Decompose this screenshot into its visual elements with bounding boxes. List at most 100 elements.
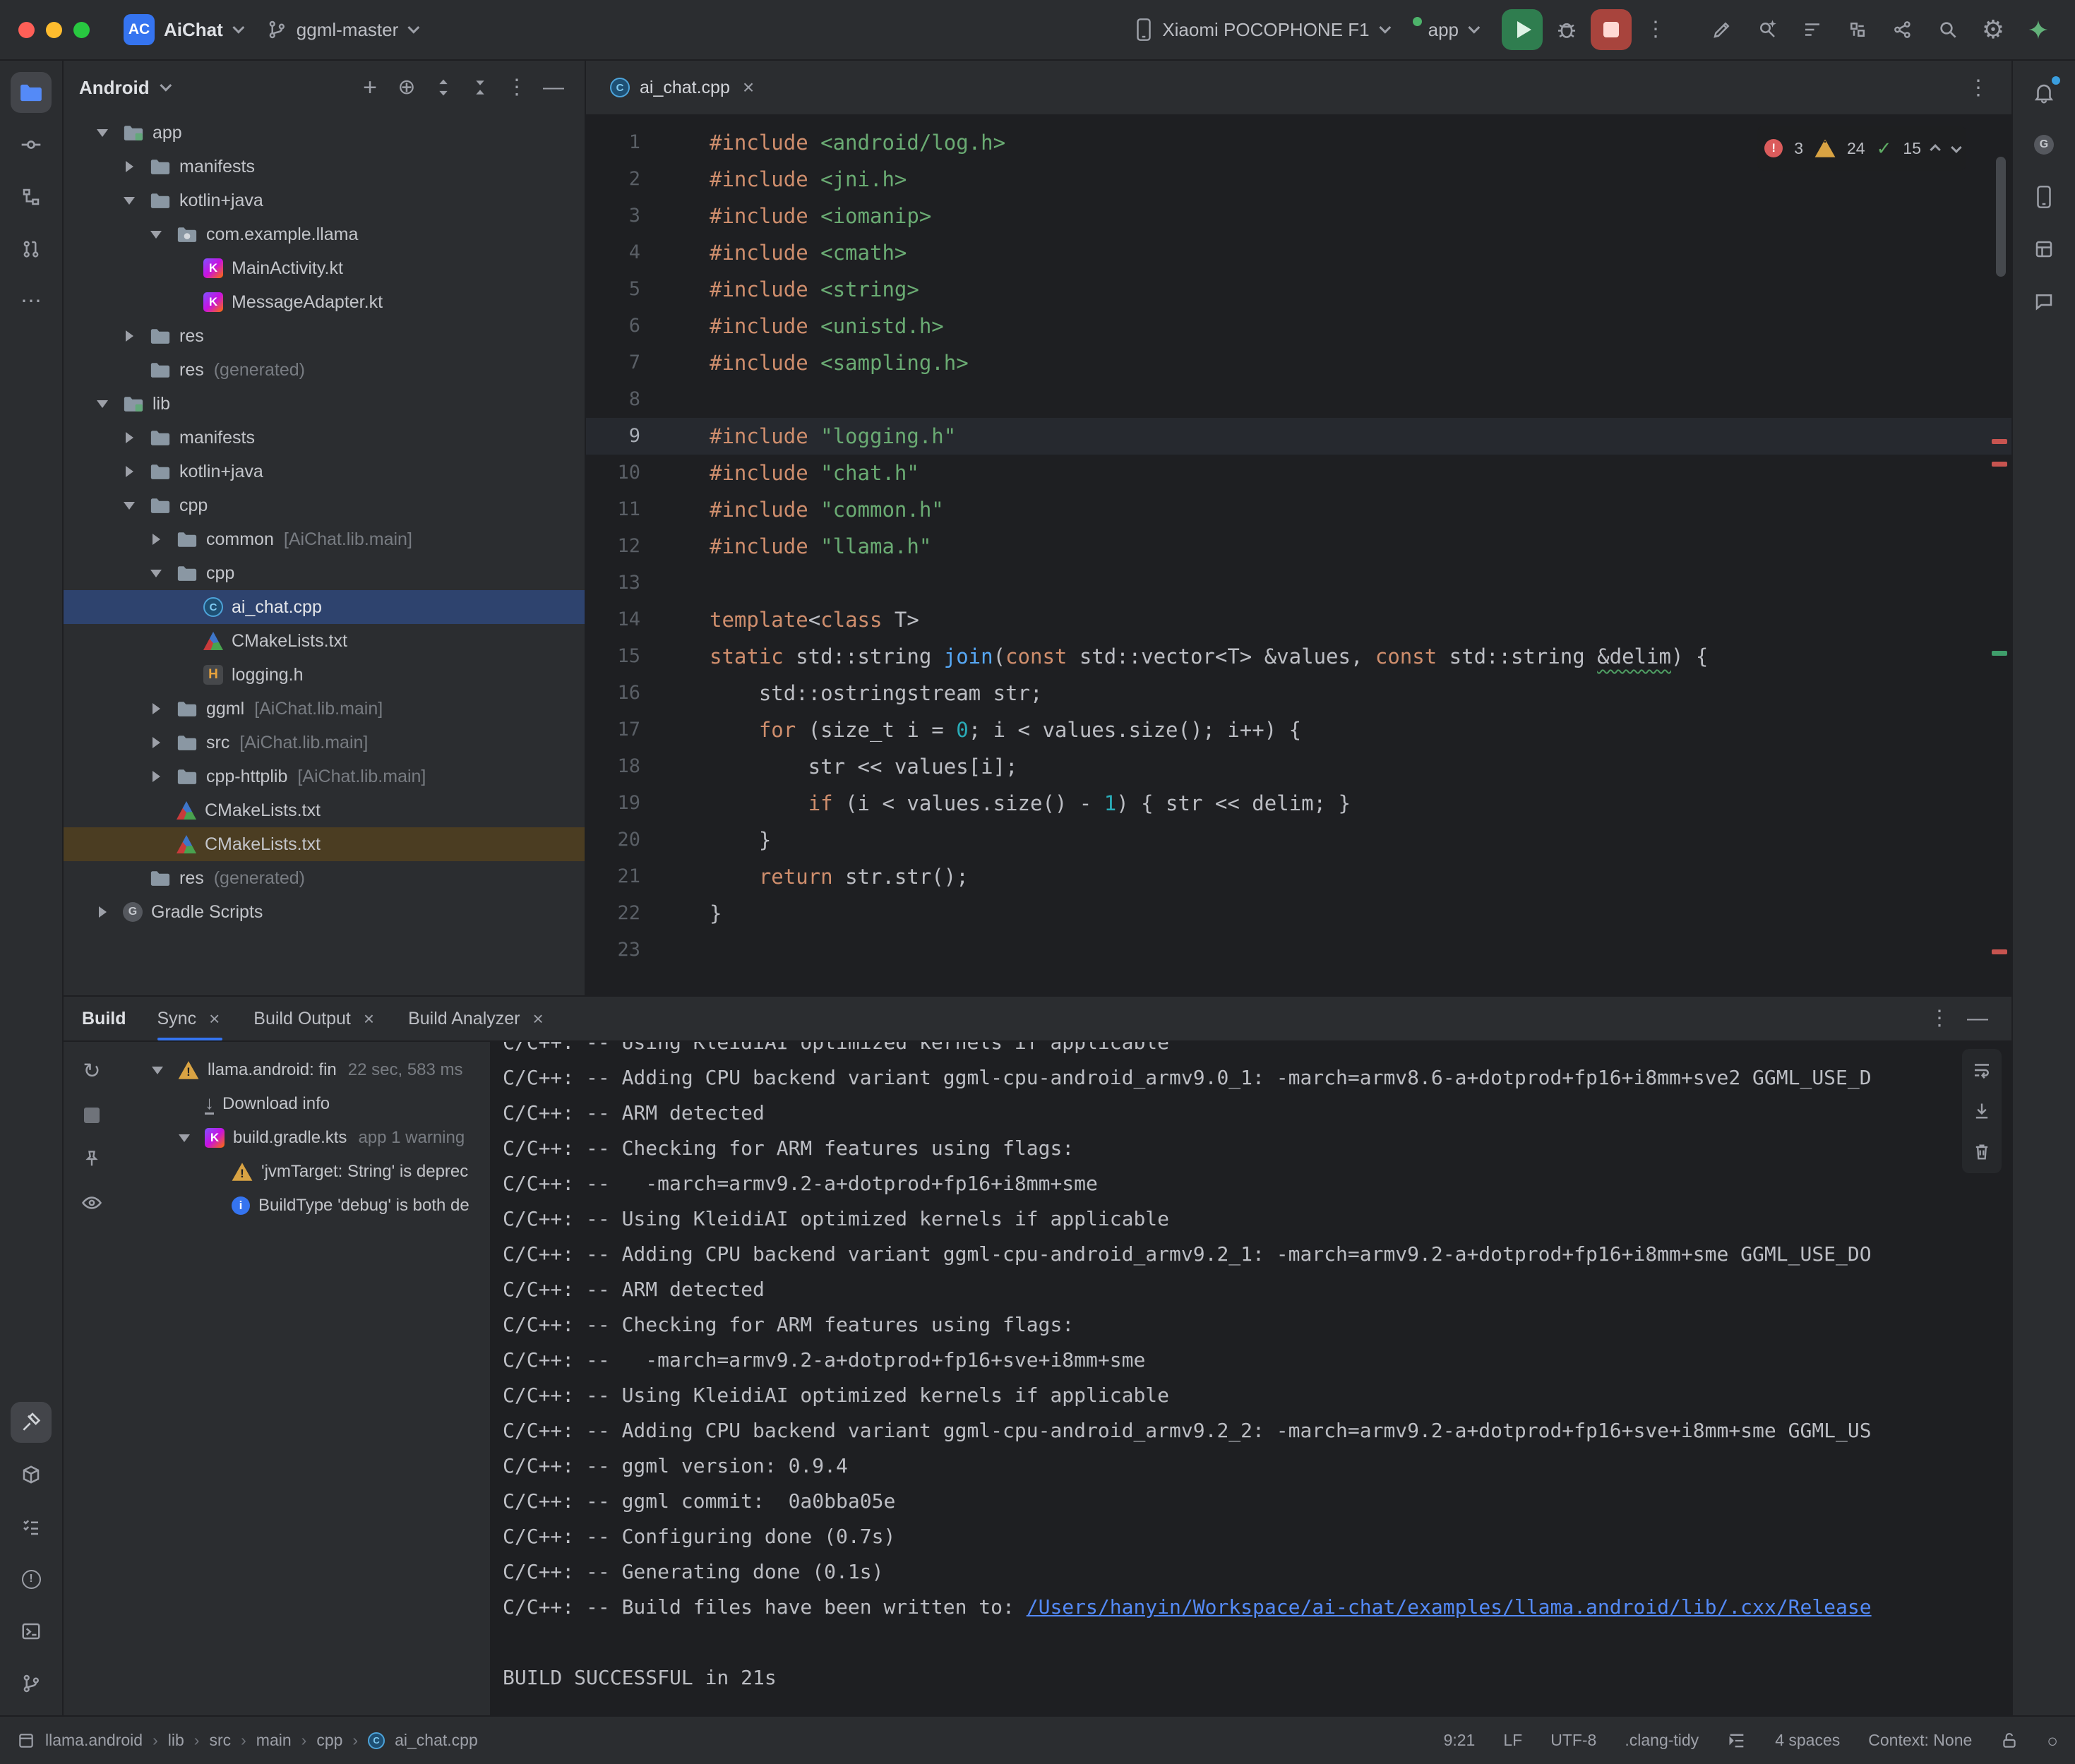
hide-build-panel-icon[interactable]: — [1962,1003,1993,1034]
breadcrumb-cpp[interactable]: cpp [316,1731,342,1750]
project-tree-item-res[interactable]: res [64,319,585,353]
project-tree-item-res[interactable]: res(generated) [64,861,585,895]
line-number[interactable]: 16 [586,675,710,712]
code-line-10[interactable]: 10#include "chat.h" [586,455,2011,491]
close-tab-icon[interactable]: × [361,1008,377,1030]
project-tree-item-cpp[interactable]: cpp [64,488,585,522]
tool-window-button-assistant[interactable] [2023,281,2064,322]
project-tree-item-manifests[interactable]: manifests [64,150,585,184]
close-window-button[interactable] [18,22,35,38]
project-tree-item-cmakelists-txt[interactable]: CMakeLists.txt [64,793,585,827]
minimize-window-button[interactable] [46,22,62,38]
line-number[interactable]: 3 [586,198,710,234]
pin-button[interactable] [76,1144,107,1175]
line-number[interactable]: 1 [586,124,710,161]
expand-all-button[interactable] [428,72,459,103]
tool-window-button-commit[interactable] [11,124,52,165]
run-configuration-selector[interactable]: app [1403,13,1486,47]
code-line-11[interactable]: 11#include "common.h" [586,491,2011,528]
rerun-button[interactable]: ↻ [76,1056,107,1087]
project-tree-item-mainactivity-kt[interactable]: KMainActivity.kt [64,251,585,285]
code-editor[interactable]: ! 3 ! 24 ✓ 15 [586,116,2011,995]
build-tree-item-build-gradle-kts[interactable]: Kbuild.gradle.ktsapp 1 warning [120,1121,490,1155]
gemini-button[interactable] [2020,11,2057,48]
code-line-22[interactable]: 22} [586,895,2011,932]
breadcrumb-src[interactable]: src [209,1731,231,1750]
maximize-window-button[interactable] [73,22,90,38]
inspections-widget[interactable]: ! 3 ! 24 ✓ 15 [1757,126,1966,171]
error-stripe-mark[interactable] [1992,439,2007,444]
chevron-expanded-icon[interactable] [90,392,114,416]
build-tab-build-analyzer[interactable]: Build Analyzer× [408,997,546,1040]
editor-scrollbar[interactable] [1996,157,2006,277]
line-number[interactable]: 8 [586,381,710,418]
line-number[interactable]: 18 [586,748,710,785]
line-number[interactable]: 17 [586,712,710,748]
close-tab-icon[interactable]: × [530,1008,546,1030]
chevron-collapsed-icon[interactable] [117,155,141,179]
tool-window-button-gradle[interactable]: G [2023,124,2064,165]
chevron-collapsed-icon[interactable] [144,527,168,551]
code-line-17[interactable]: 17 for (size_t i = 0; i < values.size();… [586,712,2011,748]
inspections-button[interactable] [1794,11,1831,48]
close-tab-icon[interactable]: × [206,1008,222,1030]
tool-window-button-terminal[interactable] [11,1611,52,1652]
editor-tab-ai-chat-cpp[interactable]: C ai_chat.cpp × [592,61,775,114]
chevron-collapsed-icon[interactable] [144,731,168,755]
line-number[interactable]: 19 [586,785,710,822]
project-selector[interactable]: AC AiChat [114,8,251,51]
chevron-collapsed-icon[interactable] [117,426,141,450]
code-line-4[interactable]: 4#include <cmath> [586,234,2011,271]
options-button[interactable]: ⋮ [501,72,532,103]
project-tree-item-cmakelists-txt[interactable]: CMakeLists.txt [64,624,585,658]
code-line-7[interactable]: 7#include <sampling.h> [586,344,2011,381]
tool-window-button-notifications[interactable] [2023,72,2064,113]
project-tree-item-gradle-scripts[interactable]: GGradle Scripts [64,895,585,929]
chevron-expanded-icon[interactable] [144,222,168,246]
collapse-all-button[interactable] [465,72,496,103]
line-number[interactable]: 4 [586,234,710,271]
status-indent-size[interactable]: 4 spaces [1775,1731,1840,1750]
status-status-indicator[interactable]: ○ [2047,1732,2058,1750]
code-line-6[interactable]: 6#include <unistd.h> [586,308,2011,344]
project-tree-item-cmakelists-txt[interactable]: CMakeLists.txt [64,827,585,861]
more-run-options-button[interactable]: ⋮ [1637,11,1674,48]
scroll-end-button[interactable] [1966,1096,1997,1127]
project-tree-item-kotlin-java[interactable]: kotlin+java [64,184,585,217]
project-tree-item-kotlin-java[interactable]: kotlin+java [64,455,585,488]
line-number[interactable]: 15 [586,638,710,675]
code-line-12[interactable]: 12#include "llama.h" [586,528,2011,565]
error-stripe-mark[interactable] [1992,949,2007,954]
chevron-expanded-icon[interactable] [145,1058,169,1082]
status-line-separator[interactable]: LF [1503,1731,1522,1750]
chevron-expanded-icon[interactable] [90,121,114,145]
project-tree-item-lib[interactable]: lib [64,387,585,421]
build-tab-build-output[interactable]: Build Output× [253,997,377,1040]
build-tree-item-buildtype-debug-is-both-de[interactable]: iBuildType 'debug' is both de [120,1189,490,1223]
tool-window-button-version-control[interactable] [11,1663,52,1704]
chevron-collapsed-icon[interactable] [117,460,141,484]
line-number[interactable]: 22 [586,895,710,932]
soft-wrap-button[interactable] [1966,1055,1997,1086]
tool-window-button-layout-inspector[interactable] [2023,229,2064,270]
breadcrumb-lib[interactable]: lib [168,1731,184,1750]
line-number[interactable]: 6 [586,308,710,344]
project-tree-item-com-example-llama[interactable]: com.example.llama [64,217,585,251]
line-number[interactable]: 14 [586,601,710,638]
code-line-13[interactable]: 13 [586,565,2011,601]
chevron-collapsed-icon[interactable] [144,764,168,788]
tool-window-button-structure[interactable] [11,176,52,217]
hide-button[interactable]: — [538,72,569,103]
line-number[interactable]: 13 [586,565,710,601]
project-tree-item-cpp-httplib[interactable]: cpp-httplib[AiChat.lib.main] [64,760,585,793]
chevron-expanded-icon[interactable] [117,188,141,212]
code-line-14[interactable]: 14template<class T> [586,601,2011,638]
project-tree-item-manifests[interactable]: manifests [64,421,585,455]
line-number[interactable]: 2 [586,161,710,198]
error-stripe-mark[interactable] [1992,462,2007,467]
line-number[interactable]: 20 [586,822,710,858]
tool-window-button-pull-requests[interactable] [11,229,52,270]
code-line-19[interactable]: 19 if (i < values.size() - 1) { str << d… [586,785,2011,822]
project-tree-item-app[interactable]: app [64,116,585,150]
code-line-9[interactable]: 9#include "logging.h" [586,418,2011,455]
